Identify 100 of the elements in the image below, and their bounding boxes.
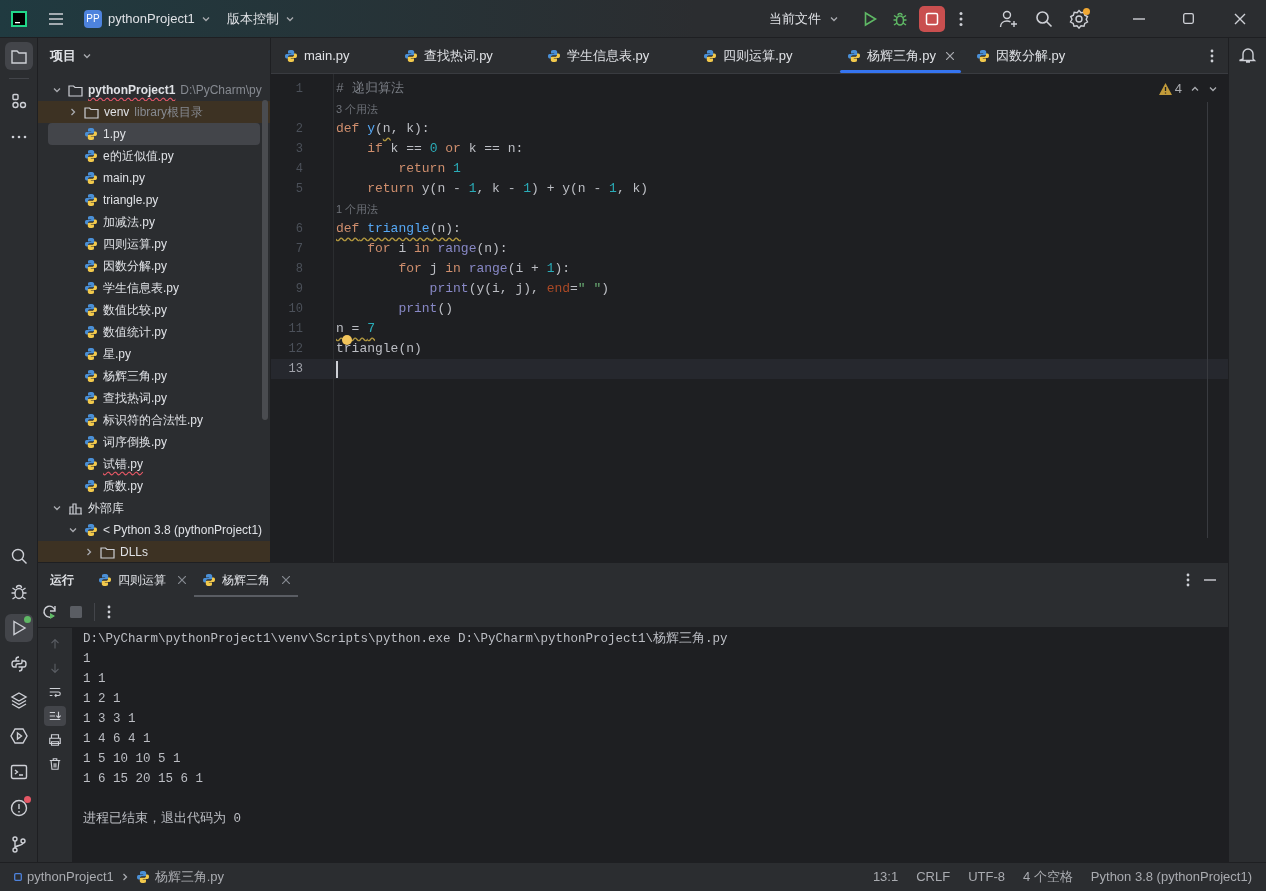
code-line: # 递归算法 — [335, 80, 404, 99]
file-name: e的近似值.py — [103, 148, 174, 165]
tree-row[interactable]: main.py — [38, 167, 270, 189]
path-hint: D:\PyCharm\py — [180, 82, 262, 99]
file-name: 外部库 — [88, 500, 124, 517]
chevron-icon[interactable] — [84, 547, 94, 557]
file-name: triangle.py — [103, 192, 159, 209]
close-tab-icon[interactable] — [945, 51, 954, 60]
tree-row[interactable]: 星.py — [38, 343, 270, 365]
tree-row[interactable]: 加减法.py — [38, 211, 270, 233]
file-name: 数值比较.py — [103, 302, 167, 319]
text-cursor — [336, 360, 338, 378]
more-icon — [10, 135, 27, 139]
search-icon[interactable] — [1035, 9, 1053, 28]
rerun-icon[interactable] — [42, 604, 58, 620]
run-icon[interactable] — [862, 10, 878, 27]
caret-icon[interactable] — [82, 51, 92, 61]
menu-icon[interactable] — [48, 11, 64, 26]
python-file-icon — [202, 573, 216, 587]
settings-icon[interactable] — [1069, 8, 1089, 29]
tree-row[interactable]: 因数分解.py — [38, 255, 270, 277]
run-configuration-selector[interactable]: 当前文件 — [763, 4, 845, 33]
file-name: 标识符的合法性.py — [103, 412, 203, 429]
tree-row[interactable]: 四则运算.py — [38, 233, 270, 255]
tree-row[interactable]: 质数.py — [38, 475, 270, 497]
intention-bulb-icon[interactable] — [342, 335, 352, 345]
tree-row[interactable]: triangle.py — [38, 189, 270, 211]
project-selector[interactable]: PP pythonProject1 — [78, 4, 217, 33]
stop-icon — [925, 11, 939, 26]
close-icon[interactable] — [1234, 12, 1246, 25]
more-icon[interactable] — [1186, 573, 1190, 587]
breadcrumb-item[interactable]: 杨辉三角.py — [135, 867, 225, 887]
status-item[interactable]: CRLF — [916, 867, 951, 887]
tree-row[interactable]: 外部库 — [38, 497, 270, 519]
tree-row[interactable]: 杨辉三角.py — [38, 365, 270, 387]
status-item[interactable]: 4 个空格 — [1023, 867, 1073, 887]
python-file-icon — [135, 870, 150, 884]
tree-row[interactable]: 1.py — [48, 123, 260, 145]
vcs-menu[interactable]: 版本控制 — [220, 4, 301, 33]
editor-tab[interactable]: 查找热词.py — [396, 38, 500, 73]
more-icon[interactable] — [959, 10, 963, 27]
folder-icon — [68, 83, 83, 97]
python-file-icon — [84, 237, 98, 251]
editor-tab[interactable]: 学生信息表.py — [539, 38, 657, 73]
tree-row[interactable]: 试错.py — [38, 453, 270, 475]
status-item[interactable]: Python 3.8 (pythonProject1) — [1090, 867, 1252, 887]
editor-tab[interactable]: 因数分解.py — [968, 38, 1073, 73]
file-name: 试错.py — [103, 456, 143, 473]
tree-row[interactable]: 查找热词.py — [38, 387, 270, 409]
code-line: print(y(i, j), end=" ") — [428, 280, 610, 299]
warning-icon — [1158, 82, 1172, 95]
tree-row[interactable]: < Python 3.8 (pythonProject1) — [38, 519, 270, 541]
run-tab[interactable]: 杨辉三角 — [194, 563, 298, 597]
tree-row[interactable]: 词序倒换.py — [38, 431, 270, 453]
tree-row[interactable]: 标识符的合法性.py — [38, 409, 270, 431]
tree-row[interactable]: 数值比较.py — [38, 299, 270, 321]
python-file-icon — [546, 48, 561, 63]
tree-row[interactable]: e的近似值.py — [38, 145, 270, 167]
scrollbar[interactable] — [262, 100, 268, 420]
stop-button[interactable] — [919, 5, 945, 32]
python-file-icon — [84, 369, 98, 383]
console-tool-button[interactable] — [44, 706, 66, 726]
editor-tab[interactable]: 四则运算.py — [696, 38, 800, 73]
run-tab[interactable]: 四则运算 — [90, 563, 194, 597]
usage-hint[interactable]: 1 个用法 — [336, 200, 379, 218]
more-icon[interactable] — [107, 605, 111, 619]
tree-row[interactable]: 学生信息表.py — [38, 277, 270, 299]
tree-row[interactable]: venv library根目录 — [38, 101, 270, 123]
tree-row[interactable]: 数值统计.py — [38, 321, 270, 343]
code-line: return y(n - 1, k - 1) + y(n - 1, k) — [366, 180, 649, 199]
notifications-icon[interactable] — [1238, 46, 1257, 64]
breadcrumb-item[interactable]: pythonProject1 — [14, 867, 114, 887]
editor-tab[interactable]: main.py — [277, 38, 357, 73]
panel-title[interactable]: 项目 — [50, 46, 76, 66]
chevron-icon[interactable] — [68, 107, 78, 117]
chevron-icon[interactable] — [68, 525, 78, 535]
tree-row[interactable]: DLLs — [38, 541, 270, 562]
maximize-icon[interactable] — [1183, 13, 1194, 24]
project-icon — [9, 47, 28, 65]
tree-row[interactable]: pythonProject1 D:\PyCharm\py — [38, 79, 270, 101]
status-item[interactable]: 13:1 — [872, 867, 899, 887]
layers-icon — [9, 691, 28, 709]
chevron-icon[interactable] — [52, 85, 62, 95]
editor-tab[interactable]: 杨辉三角.py — [839, 38, 961, 73]
usage-hint[interactable]: 3 个用法 — [336, 100, 379, 118]
tool-window-button[interactable] — [4, 614, 33, 642]
more-icon[interactable] — [1210, 48, 1214, 63]
app-logo-icon[interactable] — [11, 10, 27, 27]
debug-icon[interactable] — [892, 10, 908, 27]
python-file-icon — [84, 259, 98, 273]
warning-counter[interactable]: 4 — [1158, 79, 1182, 99]
minimize-icon[interactable] — [1133, 17, 1145, 20]
tool-window-button[interactable] — [4, 42, 33, 70]
close-tab-icon[interactable] — [178, 576, 186, 584]
python-file-icon — [703, 48, 718, 63]
folder-icon — [100, 545, 115, 559]
add-user-icon[interactable] — [999, 9, 1019, 28]
close-tab-icon[interactable] — [282, 576, 290, 584]
status-item[interactable]: UTF-8 — [968, 867, 1005, 887]
chevron-icon[interactable] — [52, 503, 62, 513]
